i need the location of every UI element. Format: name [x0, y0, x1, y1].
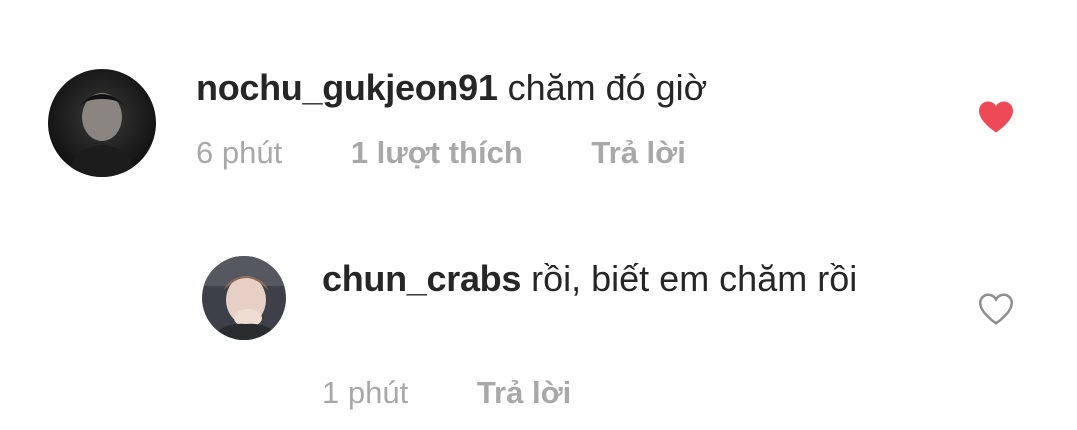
comment-text: rồi, biết em chăm rồi [531, 258, 858, 299]
heart-filled-icon[interactable] [977, 100, 1015, 134]
reply-button[interactable]: Trả lời [477, 373, 571, 413]
comment-body: chun_crabs rồi, biết em chăm rồi [322, 255, 922, 303]
comment-username[interactable]: chun_crabs [322, 258, 521, 299]
user-avatar[interactable] [48, 69, 156, 177]
like-count-link[interactable]: 1 lượt thích [351, 133, 523, 173]
comment-username[interactable]: nochu_gukjeon91 [196, 67, 498, 108]
user-avatar[interactable] [202, 256, 286, 340]
comment-text: chăm đó giờ [507, 67, 708, 108]
comment-time: 1 phút [322, 375, 409, 410]
comment-time: 6 phút [196, 135, 283, 170]
comment-body: nochu_gukjeon91 chăm đó giờ [196, 64, 936, 112]
reply-button[interactable]: Trả lời [591, 133, 685, 173]
heart-outline-icon[interactable] [977, 292, 1015, 326]
comment-meta: 1 phút Trả lời [322, 373, 571, 413]
comment-meta: 6 phút 1 lượt thích Trả lời [196, 133, 686, 173]
